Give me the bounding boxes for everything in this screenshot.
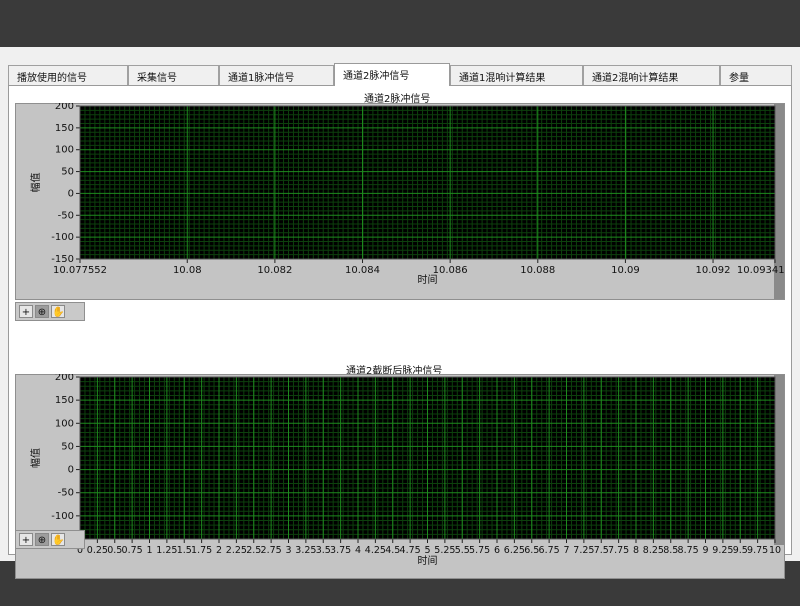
crosshair-icon[interactable]: + xyxy=(19,305,33,318)
x-tick-label: 3 xyxy=(285,545,291,556)
x-axis-title: 时间 xyxy=(418,554,438,567)
tab-ch1-reverb-result[interactable]: 通道1混响计算结果 xyxy=(450,65,583,85)
y-tick-label: 0 xyxy=(68,188,74,199)
hand-pan-icon[interactable]: ✋ xyxy=(51,533,65,546)
zoom-icon[interactable]: ⊕ xyxy=(35,533,49,546)
graph1-chart[interactable]: 200 150 100 50 0 -50 -100 -15010.077552 10.08 10.… xyxy=(15,103,785,300)
tab-acquired-signal[interactable]: 采集信号 xyxy=(128,65,219,85)
x-tick-label: 9 xyxy=(702,545,708,556)
y-tick-label: 0 xyxy=(68,465,74,476)
x-tick-label: 10.086 xyxy=(433,265,468,276)
x-tick-label: 3.75 xyxy=(330,545,351,556)
x-tick-label: 1.25 xyxy=(156,545,177,556)
tab-playback-signal[interactable]: 播放使用的信号 xyxy=(8,65,128,85)
y-tick-label: -150 xyxy=(51,254,74,265)
x-tick-label: 8.75 xyxy=(678,545,699,556)
x-tick-label: 2.5 xyxy=(246,545,261,556)
tab-bar: 播放使用的信号 采集信号 通道1脉冲信号 通道2脉冲信号 通道1混响计算结果 通… xyxy=(8,63,792,86)
x-tick-label: 5.75 xyxy=(469,545,490,556)
y-tick-label: -100 xyxy=(51,232,74,243)
x-tick-label: 2 xyxy=(216,545,222,556)
graph2-toolbar: + ⊕ ✋ xyxy=(15,530,85,549)
x-tick-label: 9.5 xyxy=(733,545,748,556)
x-tick-label: 9.25 xyxy=(712,545,733,556)
x-tick-label: 4 xyxy=(355,545,361,556)
x-tick-label: 3.5 xyxy=(316,545,331,556)
tab-ch2-pulse[interactable]: 通道2脉冲信号 xyxy=(334,63,450,86)
y-tick-label: -100 xyxy=(51,511,74,522)
tab-panel: 通道2脉冲信号 200 150 100 50 0 -50 -100 -150 10.077552… xyxy=(8,85,792,579)
graph2-chart[interactable]: 200150100500-50-100-15000.250.50.7511.25… xyxy=(15,374,785,579)
x-tick-label: 10.088 xyxy=(520,265,555,276)
tab-parameters[interactable]: 参量 xyxy=(720,65,792,85)
x-tick-label: 6 xyxy=(494,545,500,556)
x-tick-label: 10.093414 xyxy=(737,265,785,276)
x-tick-label: 10.08 xyxy=(173,265,202,276)
y-axis-title: 幅值 xyxy=(29,173,42,193)
x-tick-label: 10 xyxy=(769,545,781,556)
x-tick-label: 1 xyxy=(146,545,152,556)
y-tick-label: 50 xyxy=(61,441,74,452)
x-tick-label: 8.25 xyxy=(643,545,664,556)
x-tick-label: 0.5 xyxy=(107,545,122,556)
hand-pan-icon[interactable]: ✋ xyxy=(51,305,65,318)
app-window: 播放使用的信号 采集信号 通道1脉冲信号 通道2脉冲信号 通道1混响计算结果 通… xyxy=(0,47,800,579)
x-tick-label: 0.25 xyxy=(87,545,108,556)
x-tick-label: 0.75 xyxy=(122,545,143,556)
x-tick-label: 7.75 xyxy=(608,545,629,556)
tab-ch2-reverb-result[interactable]: 通道2混响计算结果 xyxy=(583,65,720,85)
y-tick-label: 150 xyxy=(55,395,74,406)
x-tick-label: 1.75 xyxy=(191,545,212,556)
x-tick-label: 10.077552 xyxy=(53,265,107,276)
x-tick-label: 7.25 xyxy=(573,545,594,556)
x-tick-label: 9.75 xyxy=(747,545,768,556)
x-tick-label: 4.25 xyxy=(365,545,386,556)
x-tick-label: 4.5 xyxy=(385,545,400,556)
x-tick-label: 1.5 xyxy=(177,545,192,556)
graph1-toolbar: + ⊕ ✋ xyxy=(15,302,85,321)
x-tick-label: 10.084 xyxy=(345,265,380,276)
x-tick-label: 8.5 xyxy=(663,545,678,556)
x-tick-label: 7.5 xyxy=(594,545,609,556)
x-tick-label: 5.5 xyxy=(455,545,470,556)
x-tick-label: 10.09 xyxy=(611,265,640,276)
x-tick-label: 2.75 xyxy=(261,545,282,556)
y-tick-label: 50 xyxy=(61,167,74,178)
y-tick-label: 200 xyxy=(55,103,74,112)
x-tick-label: 8 xyxy=(633,545,639,556)
x-tick-label: 6.25 xyxy=(504,545,525,556)
crosshair-icon[interactable]: + xyxy=(19,533,33,546)
zoom-icon[interactable]: ⊕ xyxy=(35,305,49,318)
y-axis-title: 幅值 xyxy=(29,448,42,468)
y-tick-label: 150 xyxy=(55,123,74,134)
y-tick-label: 100 xyxy=(55,418,74,429)
y-tick-label: 200 xyxy=(55,374,74,383)
x-tick-label: 5.25 xyxy=(434,545,455,556)
x-tick-label: 2.25 xyxy=(226,545,247,556)
x-tick-label: 10.092 xyxy=(696,265,731,276)
x-tick-label: 6.75 xyxy=(539,545,560,556)
x-axis-title: 时间 xyxy=(418,273,438,286)
x-tick-label: 10.082 xyxy=(257,265,292,276)
x-tick-label: 6.5 xyxy=(524,545,539,556)
x-tick-label: 5 xyxy=(424,545,430,556)
y-tick-label: 100 xyxy=(55,145,74,156)
tab-ch1-pulse[interactable]: 通道1脉冲信号 xyxy=(219,65,334,85)
y-tick-label: -50 xyxy=(58,210,74,221)
y-tick-label: -50 xyxy=(58,488,74,499)
x-tick-label: 7 xyxy=(563,545,569,556)
x-tick-label: 3.25 xyxy=(295,545,316,556)
x-tick-label: 4.75 xyxy=(400,545,421,556)
